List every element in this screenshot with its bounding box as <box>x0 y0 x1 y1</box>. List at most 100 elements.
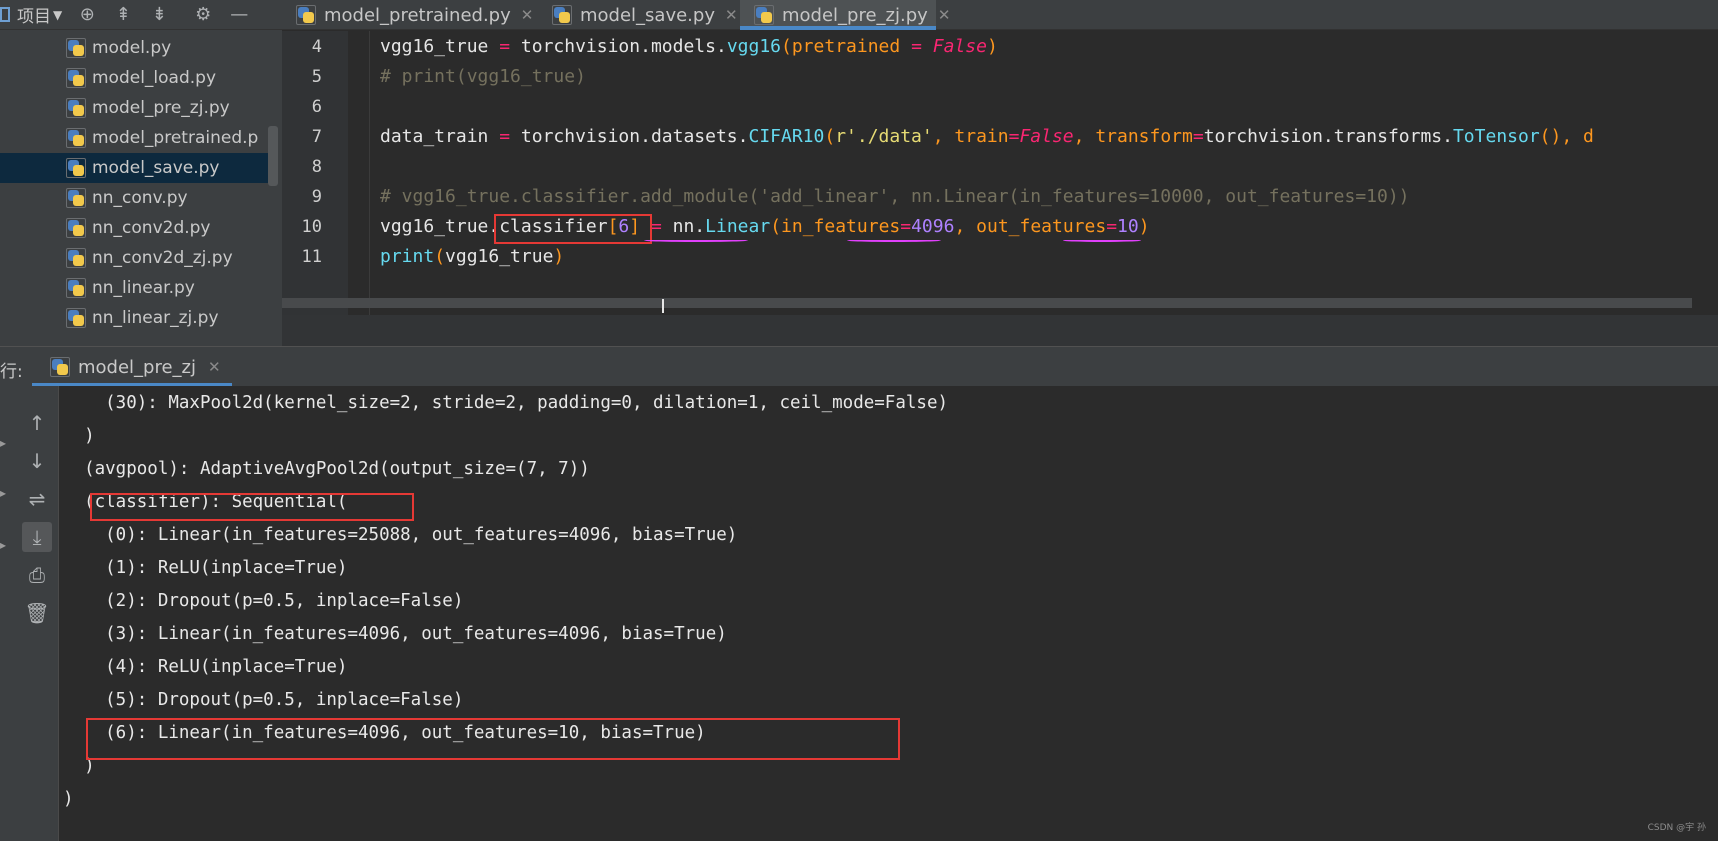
line-number: 9 <box>311 187 322 207</box>
code-line-11: print(vgg16_true) <box>380 246 565 267</box>
tab-model-pretrained[interactable]: model_pretrained.py ✕ <box>296 0 533 30</box>
tree-item-nn-conv2d[interactable]: nn_conv2d.py <box>0 213 268 243</box>
editor-tab-bar: model_pretrained.py ✕ model_save.py ✕ mo… <box>282 0 1718 30</box>
annotation-underline-out-features <box>1063 239 1141 242</box>
highlight-box-classifier-index <box>494 214 652 244</box>
python-file-icon <box>50 357 70 377</box>
annotation-underline-linear <box>644 239 748 242</box>
annotation-underline-in-features <box>847 239 941 242</box>
line-number: 5 <box>311 67 322 87</box>
collapse-all-icon[interactable]: ⇟ <box>148 4 170 26</box>
tab-label: model_save.py <box>580 4 715 26</box>
tree-item-label: model_save.py <box>92 158 220 178</box>
tree-item-label: model_load.py <box>92 68 217 88</box>
project-window-icon <box>0 7 10 22</box>
soft-wrap-icon[interactable]: ⇌ <box>22 484 52 514</box>
console-line: ) <box>63 789 74 809</box>
python-file-icon <box>66 128 86 148</box>
target-icon[interactable]: ⊕ <box>76 4 98 26</box>
highlight-box-layer-6 <box>86 718 900 760</box>
tree-item-model-save[interactable]: model_save.py <box>0 153 268 183</box>
console-line: (4): ReLU(inplace=True) <box>63 657 348 677</box>
console-line: (avgpool): AdaptiveAvgPool2d(output_size… <box>63 459 590 479</box>
console-line: ) <box>63 426 95 446</box>
arrow-down-icon[interactable]: ↓ <box>22 446 52 476</box>
close-icon[interactable]: ✕ <box>725 6 738 24</box>
python-file-icon <box>754 5 774 25</box>
project-tree: model.py model_load.py model_pre_zj.py m… <box>0 30 282 346</box>
python-file-icon <box>66 158 86 178</box>
close-icon[interactable]: ✕ <box>208 358 221 376</box>
project-label: 项目 <box>17 7 51 27</box>
close-icon[interactable]: ✕ <box>521 6 534 24</box>
line-number: 7 <box>311 127 322 147</box>
minimize-icon[interactable]: — <box>228 4 250 26</box>
tree-item-label: nn_conv2d_zj.py <box>92 248 233 268</box>
python-file-icon <box>296 5 316 25</box>
tree-item-model[interactable]: model.py <box>0 33 268 63</box>
code-line-4: vgg16_true = torchvision.models.vgg16(pr… <box>380 36 998 57</box>
tree-item-nn-conv2d-zj[interactable]: nn_conv2d_zj.py <box>0 243 268 273</box>
arrow-up-icon[interactable]: ↑ <box>22 408 52 438</box>
editor-horizontal-scrollbar[interactable] <box>282 298 1692 308</box>
python-file-icon <box>66 38 86 58</box>
code-line-9: # vgg16_true.classifier.add_module('add_… <box>380 186 1410 207</box>
console-line: (1): ReLU(inplace=True) <box>63 558 348 578</box>
scroll-to-end-icon[interactable]: ⤓ <box>22 522 52 552</box>
edge-marker-icon: ▸ <box>0 486 7 500</box>
tree-item-model-pre-zj[interactable]: model_pre_zj.py <box>0 93 268 123</box>
tree-item-nn-conv[interactable]: nn_conv.py <box>0 183 268 213</box>
chevron-down-icon: ▼ <box>53 7 63 22</box>
python-file-icon <box>66 68 86 88</box>
python-file-icon <box>66 248 86 268</box>
print-icon[interactable]: ⎙ <box>22 560 52 590</box>
code-line-5: # print(vgg16_true) <box>380 66 586 87</box>
python-file-icon <box>66 218 86 238</box>
console-line: (30): MaxPool2d(kernel_size=2, stride=2,… <box>63 393 949 413</box>
code-editor[interactable]: 4 5 6 7 8 9 10 11 vgg16_true = torchvisi… <box>282 31 1718 346</box>
project-view-selector[interactable]: 项目 ▼ <box>0 2 63 27</box>
tree-item-nn-linear[interactable]: nn_linear.py <box>0 273 268 303</box>
tree-scrollbar[interactable] <box>268 126 278 186</box>
tree-item-label: nn_linear.py <box>92 278 195 298</box>
tab-label: model_pretrained.py <box>324 4 511 26</box>
run-panel-header: 行: model_pre_zj ✕ <box>0 346 1718 387</box>
text-caret <box>662 299 664 313</box>
tree-item-model-load[interactable]: model_load.py <box>0 63 268 93</box>
highlight-box-classifier <box>90 493 414 521</box>
tab-model-save[interactable]: model_save.py ✕ <box>552 0 738 30</box>
expand-all-icon[interactable]: ⇞ <box>112 4 134 26</box>
python-file-icon <box>66 98 86 118</box>
gear-icon[interactable]: ⚙ <box>192 4 214 26</box>
python-file-icon <box>552 5 572 25</box>
line-number: 11 <box>301 247 322 267</box>
tree-item-nn-linear-zj[interactable]: nn_linear_zj.py <box>0 303 268 333</box>
indent-guide <box>369 31 370 315</box>
run-tab-model-pre-zj[interactable]: model_pre_zj ✕ <box>32 347 232 387</box>
line-number: 6 <box>311 97 322 117</box>
editor-bottom-area <box>282 315 1718 346</box>
line-number: 10 <box>301 217 322 237</box>
tree-item-model-pretrained[interactable]: model_pretrained.p <box>0 123 268 153</box>
line-number-gutter: 4 5 6 7 8 9 10 11 <box>282 31 348 315</box>
console-line: (0): Linear(in_features=25088, out_featu… <box>63 525 738 545</box>
python-file-icon <box>66 308 86 328</box>
edge-marker-icon: ▸ <box>0 538 7 552</box>
console-line: (3): Linear(in_features=4096, out_featur… <box>63 624 727 644</box>
trash-icon[interactable]: 🗑 <box>22 598 52 628</box>
close-icon[interactable]: ✕ <box>938 6 951 24</box>
line-number: 4 <box>311 37 322 57</box>
console-line: (5): Dropout(p=0.5, inplace=False) <box>63 690 464 710</box>
tree-item-label: nn_conv2d.py <box>92 218 211 238</box>
tab-model-pre-zj[interactable]: model_pre_zj.py ✕ <box>740 0 950 30</box>
python-file-icon <box>66 188 86 208</box>
run-label: 行: <box>0 362 23 382</box>
tree-item-label: nn_linear_zj.py <box>92 308 219 328</box>
project-toolbar: 项目 ▼ ⊕ ⇞ ⇟ ⚙ — <box>0 0 282 30</box>
tree-item-label: model.py <box>92 38 172 58</box>
console-output[interactable]: (30): MaxPool2d(kernel_size=2, stride=2,… <box>59 386 1718 841</box>
edge-marker-icon: ▸ <box>0 436 7 450</box>
watermark: CSDN @宇 孙 <box>1647 823 1706 833</box>
run-toolbar: ↑ ↓ ⇌ ⤓ ⎙ 🗑 ▸ ▸ ▸ <box>0 386 58 841</box>
line-number: 8 <box>311 157 322 177</box>
